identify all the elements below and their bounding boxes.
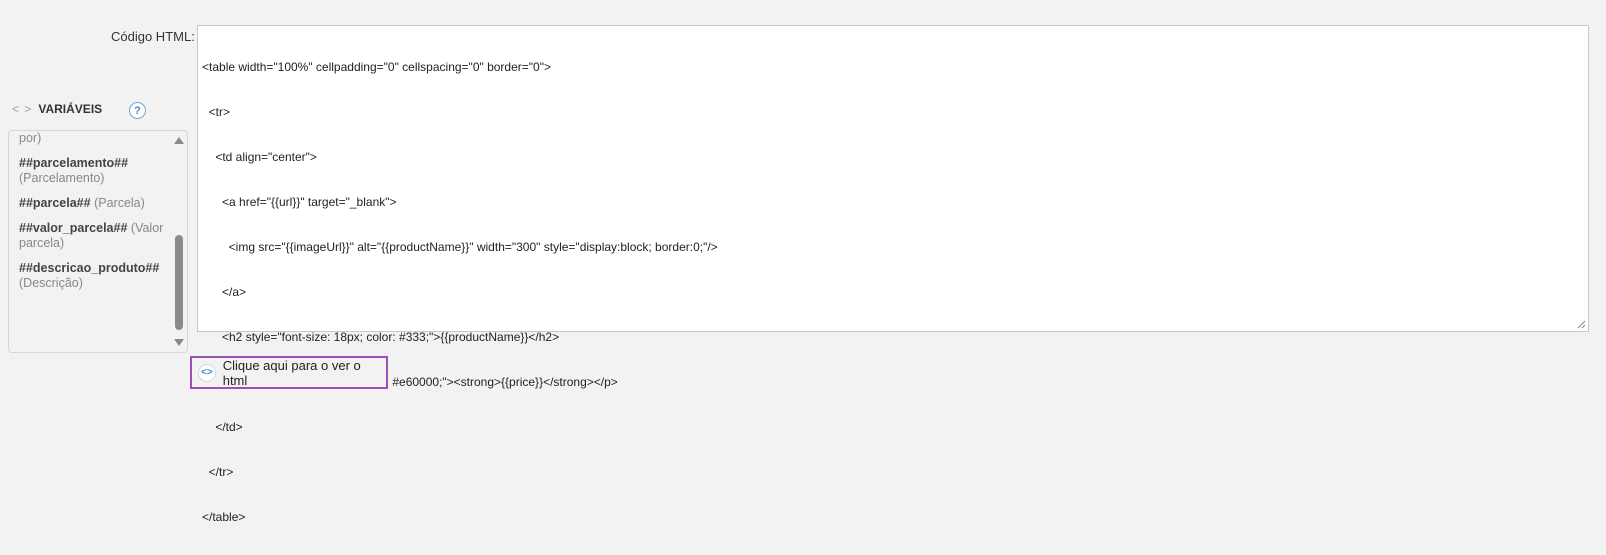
code-line: <tr> xyxy=(202,105,231,119)
html-code-label: Código HTML: xyxy=(111,29,195,44)
variable-key: ##parcelamento## xyxy=(19,156,129,170)
scroll-thumb[interactable] xyxy=(175,235,183,330)
html-code-editor[interactable]: <table width="100%" cellpadding="0" cell… xyxy=(197,25,1589,524)
variables-header: < > VARIÁVEIS xyxy=(12,102,102,116)
code-lines: <table width="100%" cellpadding="0" cell… xyxy=(202,30,1584,555)
variable-description: (Descrição) xyxy=(19,276,83,290)
code-icon: <> xyxy=(198,363,216,382)
variables-scrollbar[interactable] xyxy=(171,131,187,352)
variable-key: ##valor_parcela## xyxy=(19,221,128,235)
resize-grip-icon[interactable] xyxy=(1576,319,1586,329)
variables-list-panel[interactable]: por) ##parcelamento## (Parcelamento) ##p… xyxy=(8,130,188,353)
code-line: </tr> xyxy=(202,465,234,479)
code-line: <td align="center"> xyxy=(202,150,317,164)
help-icon[interactable]: ? xyxy=(129,102,146,119)
variable-item[interactable]: ##valor_parcela## (Valor parcela) xyxy=(19,221,169,251)
code-line: </a> xyxy=(202,285,247,299)
variable-description: (Parcelamento) xyxy=(19,171,105,185)
code-line: </table> xyxy=(202,510,246,524)
scroll-up-icon[interactable] xyxy=(174,137,184,144)
code-line: <p style="font-size: 16px; color: #e6000… xyxy=(202,375,618,389)
variable-description: (Parcela) xyxy=(94,196,145,210)
code-arrows-icon: < > xyxy=(12,102,33,116)
variable-item[interactable]: ##parcela## (Parcela) xyxy=(19,196,169,211)
variable-item[interactable]: ##descricao_produto## (Descrição) xyxy=(19,261,169,291)
code-line: <table width="100%" cellpadding="0" cell… xyxy=(202,60,551,74)
variable-item[interactable]: por) xyxy=(19,131,169,146)
variable-key: ##descricao_produto## xyxy=(19,261,160,275)
variable-description: por) xyxy=(19,131,42,145)
code-line: <img src="{{imageUrl}}" alt="{{productNa… xyxy=(202,240,718,254)
variable-item[interactable]: ##parcelamento## (Parcelamento) xyxy=(19,156,169,186)
variable-key: ##parcela## xyxy=(19,196,91,210)
view-html-button[interactable]: <> Clique aqui para o ver o html xyxy=(190,356,388,389)
view-html-label: Clique aqui para o ver o html xyxy=(222,357,361,388)
variables-title: VARIÁVEIS xyxy=(38,102,103,116)
scroll-down-icon[interactable] xyxy=(174,339,184,346)
variables-list: por) ##parcelamento## (Parcelamento) ##p… xyxy=(19,131,169,301)
code-line: </td> xyxy=(202,420,243,434)
code-line: <a href="{{url}}" target="_blank"> xyxy=(202,195,397,209)
code-line: <h2 style="font-size: 18px; color: #333;… xyxy=(202,330,560,344)
